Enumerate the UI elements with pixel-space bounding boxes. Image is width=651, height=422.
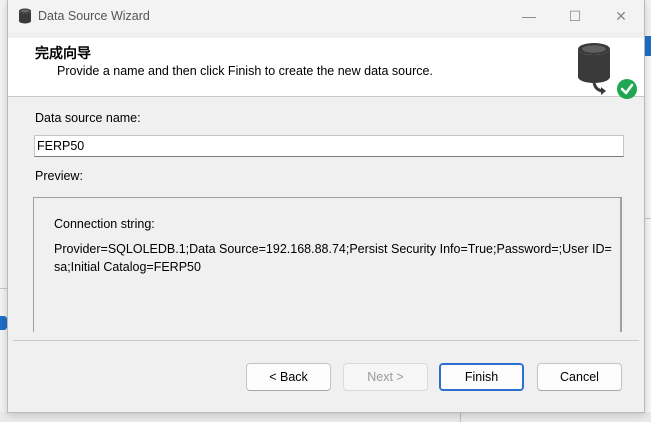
data-source-name-input[interactable] xyxy=(34,135,624,157)
cancel-button[interactable]: Cancel xyxy=(537,363,622,391)
wizard-header: 完成向导 Provide a name and then click Finis… xyxy=(8,38,644,99)
maximize-button[interactable]: ☐ xyxy=(552,0,598,32)
connection-string-text: Provider=SQLOLEDB.1;Data Source=192.168.… xyxy=(54,242,612,274)
data-source-name-label: Data source name: xyxy=(35,111,141,125)
preview-panel: Connection string: Provider=SQLOLEDB.1;D… xyxy=(33,197,622,332)
background-info-icon xyxy=(0,316,7,330)
page-title: 完成向导 xyxy=(35,45,91,61)
window-title: Data Source Wizard xyxy=(38,9,150,23)
page-subtitle: Provide a name and then click Finish to … xyxy=(57,64,433,78)
title-bar[interactable]: Data Source Wizard — ☐ ✕ xyxy=(8,0,644,32)
finish-button[interactable]: Finish xyxy=(439,363,524,391)
back-button[interactable]: < Back xyxy=(246,363,331,391)
preview-label: Preview: xyxy=(35,169,83,183)
footer-divider xyxy=(13,340,639,341)
next-button[interactable]: Next > xyxy=(343,363,428,391)
minimize-button[interactable]: — xyxy=(506,0,552,32)
close-button[interactable]: ✕ xyxy=(598,0,644,32)
database-icon xyxy=(19,8,31,24)
minimize-icon: — xyxy=(522,8,536,24)
background-status-strip xyxy=(0,412,651,422)
background-divider xyxy=(460,412,461,422)
maximize-icon: ☐ xyxy=(568,7,582,24)
data-source-wizard-dialog: Data Source Wizard — ☐ ✕ 完成向导 Provide a … xyxy=(7,0,645,413)
close-icon: ✕ xyxy=(615,7,627,24)
database-check-icon xyxy=(578,43,637,99)
connection-string-label: Connection string: xyxy=(54,217,155,231)
